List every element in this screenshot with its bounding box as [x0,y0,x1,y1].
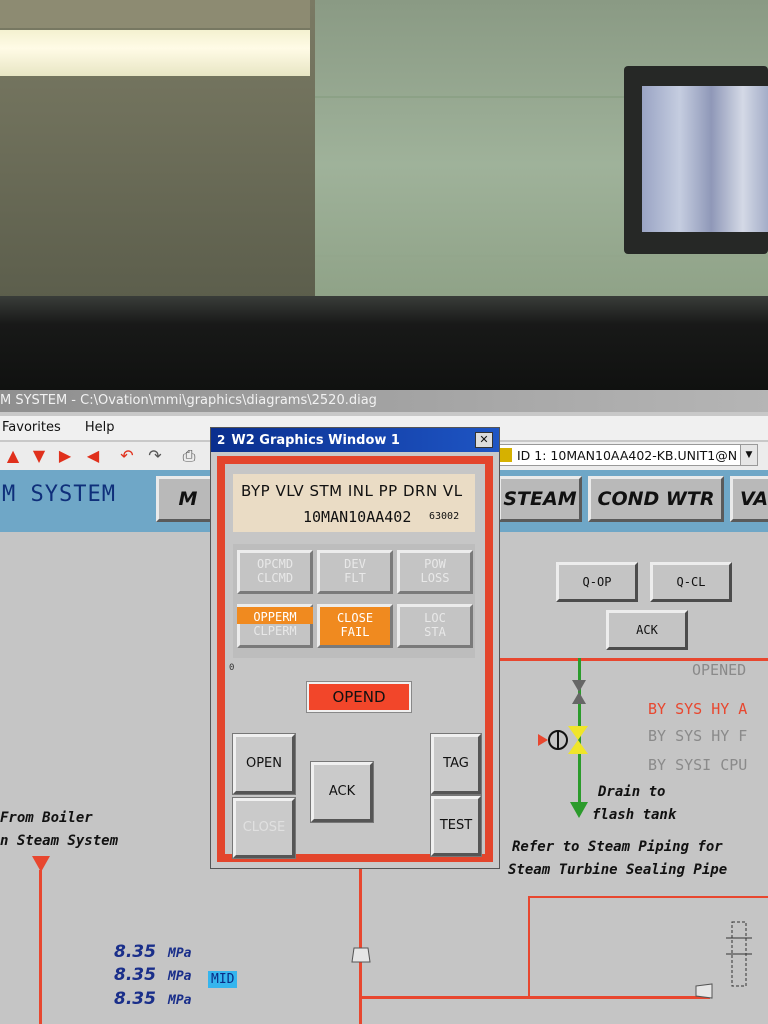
popup-title: W2 Graphics Window 1 [231,433,400,448]
pipe-red [528,896,530,996]
room-background [0,0,768,300]
pipe-fitting-icon [695,983,713,999]
valve-opened-status: OPENED [692,661,747,679]
pipe-red [528,896,768,898]
by-sys-cpu-status: BY SYSI CPU [648,756,748,774]
strainer-icon [726,921,752,987]
up-arrow-icon[interactable]: ▲ [4,447,22,465]
left-arrow-icon[interactable]: ◀ [84,447,102,465]
quick-open-button[interactable]: Q-OP [556,562,638,602]
point-id-combo[interactable]: ID 1: 10MAN10AA402-KB.UNIT1@N ▼ [496,444,758,466]
faceplate-body: BYP VLV STM INL PP DRN VL 10MAN10AA402 6… [217,456,493,862]
status-cell-dev-flt: DEV FLT [317,550,393,594]
zero-label: 0 [229,663,235,673]
drain-note-line1: Drain to [598,784,666,800]
drain-note-line2: flash tank [592,807,677,823]
nav-button-va[interactable]: VA [730,476,768,522]
down-arrow-icon[interactable]: ▼ [30,447,48,465]
tag-button[interactable]: TAG [430,733,482,795]
wall-monitor-screen [642,86,768,232]
pipe-fitting-icon [351,947,371,963]
window-titlebar: M SYSTEM - C:\Ovation\mmi\graphics\diagr… [0,390,768,412]
close-button[interactable]: CLOSE [232,797,296,859]
pipe-red [359,862,362,1024]
by-sys-hy-a-status: BY SYS HY A [648,700,748,718]
point-code: 63002 [429,511,460,522]
point-icon [499,448,512,462]
pressure-unit: MPa [168,946,192,961]
pressure-value: 8.35 [114,989,156,1009]
popup-number: 2 [217,433,226,447]
wall-monitor [624,66,768,254]
quick-close-button[interactable]: Q-CL [650,562,732,602]
pipe-red [39,870,42,1024]
system-title: M SYSTEM [2,482,116,507]
refer-note-line2: Steam Turbine Sealing Pipe [508,862,728,878]
close-icon[interactable]: ✕ [475,432,493,448]
mid-badge: MID [208,971,238,988]
by-sys-hy-b-status: BY SYS HY F [648,727,748,745]
point-tag: 10MAN10AA402 [303,508,412,526]
status-cell-loc-sta: LOC STA [397,604,473,648]
pressure-unit: MPa [168,993,192,1008]
valve-state-indicator: OPEND [306,681,412,713]
ceiling-light [0,30,310,76]
flow-arrow-icon [32,856,50,872]
ceiling [0,0,310,28]
pressure-value: 8.35 [114,965,156,985]
diagram-ack-button[interactable]: ACK [606,610,688,650]
status-cell-opcmd: OPCMD CLCMD [237,550,313,594]
status-grid: OPCMD CLCMD DEV FLT POW LOSS OPPERM CLPERM C… [233,544,475,658]
back-icon[interactable]: ↶ [118,447,136,465]
pipe-red [360,996,710,999]
right-arrow-icon[interactable]: ▶ [56,447,74,465]
boiler-note-line2: n Steam System [0,833,119,849]
menu-favorites[interactable]: Favorites [2,420,61,435]
point-description: BYP VLV STM INL PP DRN VL [241,482,463,500]
monitor-bezel [0,296,768,390]
valve-faceplate-popup: 2 W2 Graphics Window 1 ✕ BYP VLV STM INL … [210,427,500,869]
forward-icon[interactable]: ↷ [146,447,164,465]
pressure-unit: MPa [168,969,192,984]
status-cell-pow-loss: POW LOSS [397,550,473,594]
point-id-value: ID 1: 10MAN10AA402-KB.UNIT1@N [517,448,738,463]
print-icon[interactable]: ⎙ [180,447,198,465]
chevron-down-icon[interactable]: ▼ [740,445,757,465]
nav-button-steam[interactable]: STEAM [498,476,582,522]
open-button[interactable]: OPEN [232,733,296,795]
boiler-note-line1: From Boiler [0,810,93,826]
ack-button[interactable]: ACK [310,761,374,823]
popup-titlebar[interactable]: 2 W2 Graphics Window 1 [211,428,499,452]
test-button[interactable]: TEST [430,795,482,857]
status-cell-opperm: OPPERM CLPERM [237,604,313,648]
valve-icon[interactable] [536,670,606,830]
menu-help[interactable]: Help [85,420,115,435]
nav-button-cond-wtr[interactable]: COND WTR [588,476,724,522]
status-cell-close-fail: CLOSE FAIL [317,604,393,648]
wall-panel-seam [315,255,768,257]
pressure-value: 8.35 [114,942,156,962]
refer-note-line1: Refer to Steam Piping for [512,839,723,855]
faceplate-header: BYP VLV STM INL PP DRN VL 10MAN10AA402 6… [233,474,475,532]
